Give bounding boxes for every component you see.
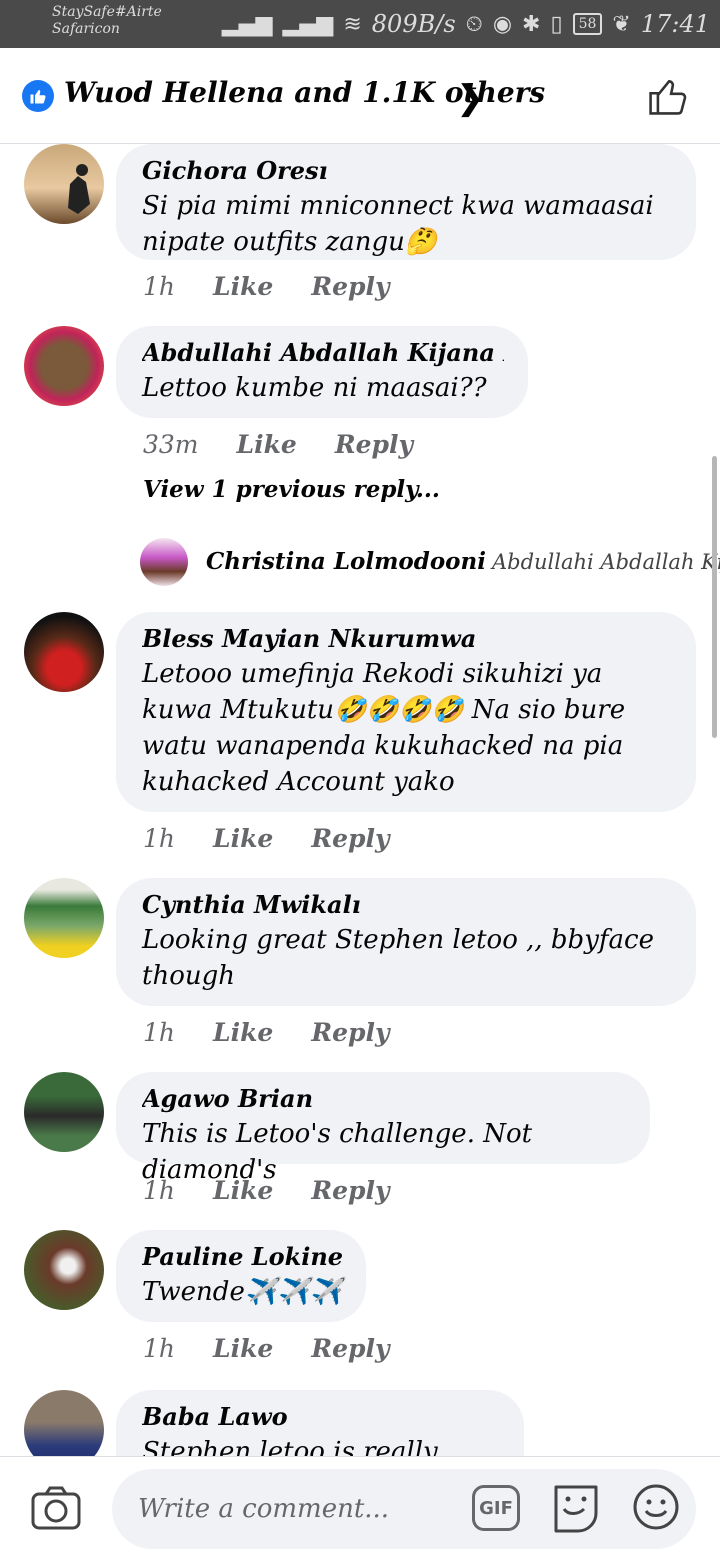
view-previous-replies[interactable]: View 1 previous reply...	[143, 476, 440, 503]
reply-preview[interactable]: Christina Lolmodooni Abdullahi Abdallah K…	[206, 548, 720, 575]
avatar[interactable]	[24, 144, 104, 224]
comment-actions: 1h Like Reply	[143, 1176, 390, 1205]
comment-text: Twende✈️✈️✈️	[142, 1277, 342, 1307]
alarm-icon: ⏲	[465, 11, 483, 37]
comment-author[interactable]: Abdullahi Abdallah Kijana Mtamu	[142, 336, 504, 370]
comment-bubble[interactable]: Pauline Lokinei Twende✈️✈️✈️	[116, 1230, 366, 1322]
comment-time: 1h	[143, 272, 176, 301]
leaf-icon: ❦	[612, 11, 631, 37]
comment-text: Lettoo kumbe ni maasai??	[142, 373, 487, 403]
avatar[interactable]	[24, 1072, 104, 1152]
comment-text: Letooo umefinja Rekodi sikuhizi ya kuwa …	[142, 659, 626, 797]
comment-actions: 1h Like Reply	[143, 272, 390, 301]
comment-author[interactable]: Baba Lawo	[142, 1400, 500, 1434]
comment-bubble[interactable]: Baba Lawo Stephen letoo is really worrie	[116, 1390, 524, 1456]
like-link[interactable]: Like	[213, 824, 273, 853]
carrier-label: StaySafe#Airte Safaricon	[52, 4, 162, 38]
reply-link[interactable]: Reply	[311, 1334, 389, 1363]
comment-text: Looking great Stephen letoo ,, bbyface t…	[142, 925, 654, 991]
scrollbar[interactable]	[712, 456, 717, 738]
comment-bubble[interactable]: Bless Mayian Nkurumwa Letooo umefinja Re…	[116, 612, 696, 812]
avatar[interactable]	[140, 538, 188, 586]
comment-author[interactable]: Cynthia Mwikalı	[142, 888, 672, 922]
comment-author[interactable]: Pauline Lokinei	[142, 1240, 342, 1274]
like-link[interactable]: Like	[237, 430, 297, 459]
status-bar: StaySafe#Airte Safaricon ▂▄▆ ▂▄▆ ≋ 809B/…	[0, 0, 720, 48]
reply-link[interactable]: Reply	[311, 824, 389, 853]
avatar[interactable]	[24, 1390, 104, 1456]
comment-bubble[interactable]: Agawo Brian This is Letoo's challenge. N…	[116, 1072, 650, 1185]
signal-icon: ▂▄▆	[221, 11, 273, 37]
reply-link[interactable]: Reply	[311, 1018, 389, 1047]
reply-preview-text: Abdullahi Abdallah Kija...	[491, 550, 720, 574]
reply-link[interactable]: Reply	[335, 430, 413, 459]
like-link[interactable]: Like	[213, 1176, 273, 1205]
comment-actions: 33m Like Reply	[143, 430, 413, 459]
signal-icon-2: ▂▄▆	[282, 11, 334, 37]
comment-time: 33m	[143, 430, 199, 459]
avatar[interactable]	[24, 878, 104, 958]
comment-author[interactable]: Gichora Oresı	[142, 154, 672, 188]
reply-link[interactable]: Reply	[311, 272, 389, 301]
reply-link[interactable]: Reply	[311, 1176, 389, 1205]
like-button-icon[interactable]	[646, 74, 690, 118]
clock: 17:41	[640, 10, 710, 38]
eye-icon: ◉	[492, 11, 513, 37]
like-link[interactable]: Like	[213, 272, 273, 301]
chevron-right-icon[interactable]: ❯	[456, 78, 485, 118]
wifi-icon: ≋	[343, 11, 362, 37]
comment-time: 1h	[143, 1334, 176, 1363]
comment-bubble[interactable]: Abdullahi Abdallah Kijana Mtamu Lettoo k…	[116, 326, 528, 418]
like-reaction-icon	[22, 80, 54, 112]
comment-time: 1h	[143, 1176, 176, 1205]
comment-author[interactable]: Agawo Brian	[142, 1082, 626, 1116]
camera-icon[interactable]	[30, 1483, 82, 1533]
comment-text: Si pia mimi mniconnect kwa wamaasai nipa…	[142, 191, 654, 257]
status-icons: ▂▄▆ ▂▄▆ ≋ 809B/s ⏲ ◉ ✱ ▯ 58 ❦ 17:41	[222, 8, 710, 40]
comment-composer: GIF	[0, 1456, 720, 1560]
emoji-icon[interactable]	[632, 1483, 680, 1531]
reply-author[interactable]: Christina Lolmodooni	[206, 548, 486, 575]
comment-actions: 1h Like Reply	[143, 824, 390, 853]
avatar[interactable]	[24, 326, 104, 406]
like-link[interactable]: Like	[213, 1018, 273, 1047]
comments-list[interactable]: Gichora Oresı Si pia mimi mniconnect kwa…	[0, 144, 720, 1456]
vibrate-icon: ▯	[550, 11, 563, 37]
comment-actions: 1h Like Reply	[143, 1018, 390, 1047]
avatar[interactable]	[24, 1230, 104, 1310]
bluetooth-icon: ✱	[522, 11, 541, 37]
comment-bubble[interactable]: Gichora Oresı Si pia mimi mniconnect kwa…	[116, 144, 696, 260]
comment-input[interactable]	[112, 1469, 696, 1549]
comment-time: 1h	[143, 1018, 176, 1047]
carrier-line-1: StaySafe#Airte	[52, 4, 162, 20]
comment-time: 1h	[143, 824, 176, 853]
avatar[interactable]	[24, 612, 104, 692]
battery-icon: 58	[572, 13, 603, 35]
gif-button[interactable]: GIF	[472, 1485, 520, 1531]
like-link[interactable]: Like	[213, 1334, 273, 1363]
comment-author[interactable]: Bless Mayian Nkurumwa	[142, 622, 672, 656]
comment-actions: 1h Like Reply	[143, 1334, 390, 1363]
carrier-line-2: Safaricon	[52, 21, 120, 37]
comment-text: Stephen letoo is really worrie	[142, 1437, 438, 1456]
comment-bubble[interactable]: Cynthia Mwikalı Looking great Stephen le…	[116, 878, 696, 1006]
sticker-icon[interactable]	[550, 1481, 602, 1535]
network-speed: 809B/s	[371, 10, 456, 38]
